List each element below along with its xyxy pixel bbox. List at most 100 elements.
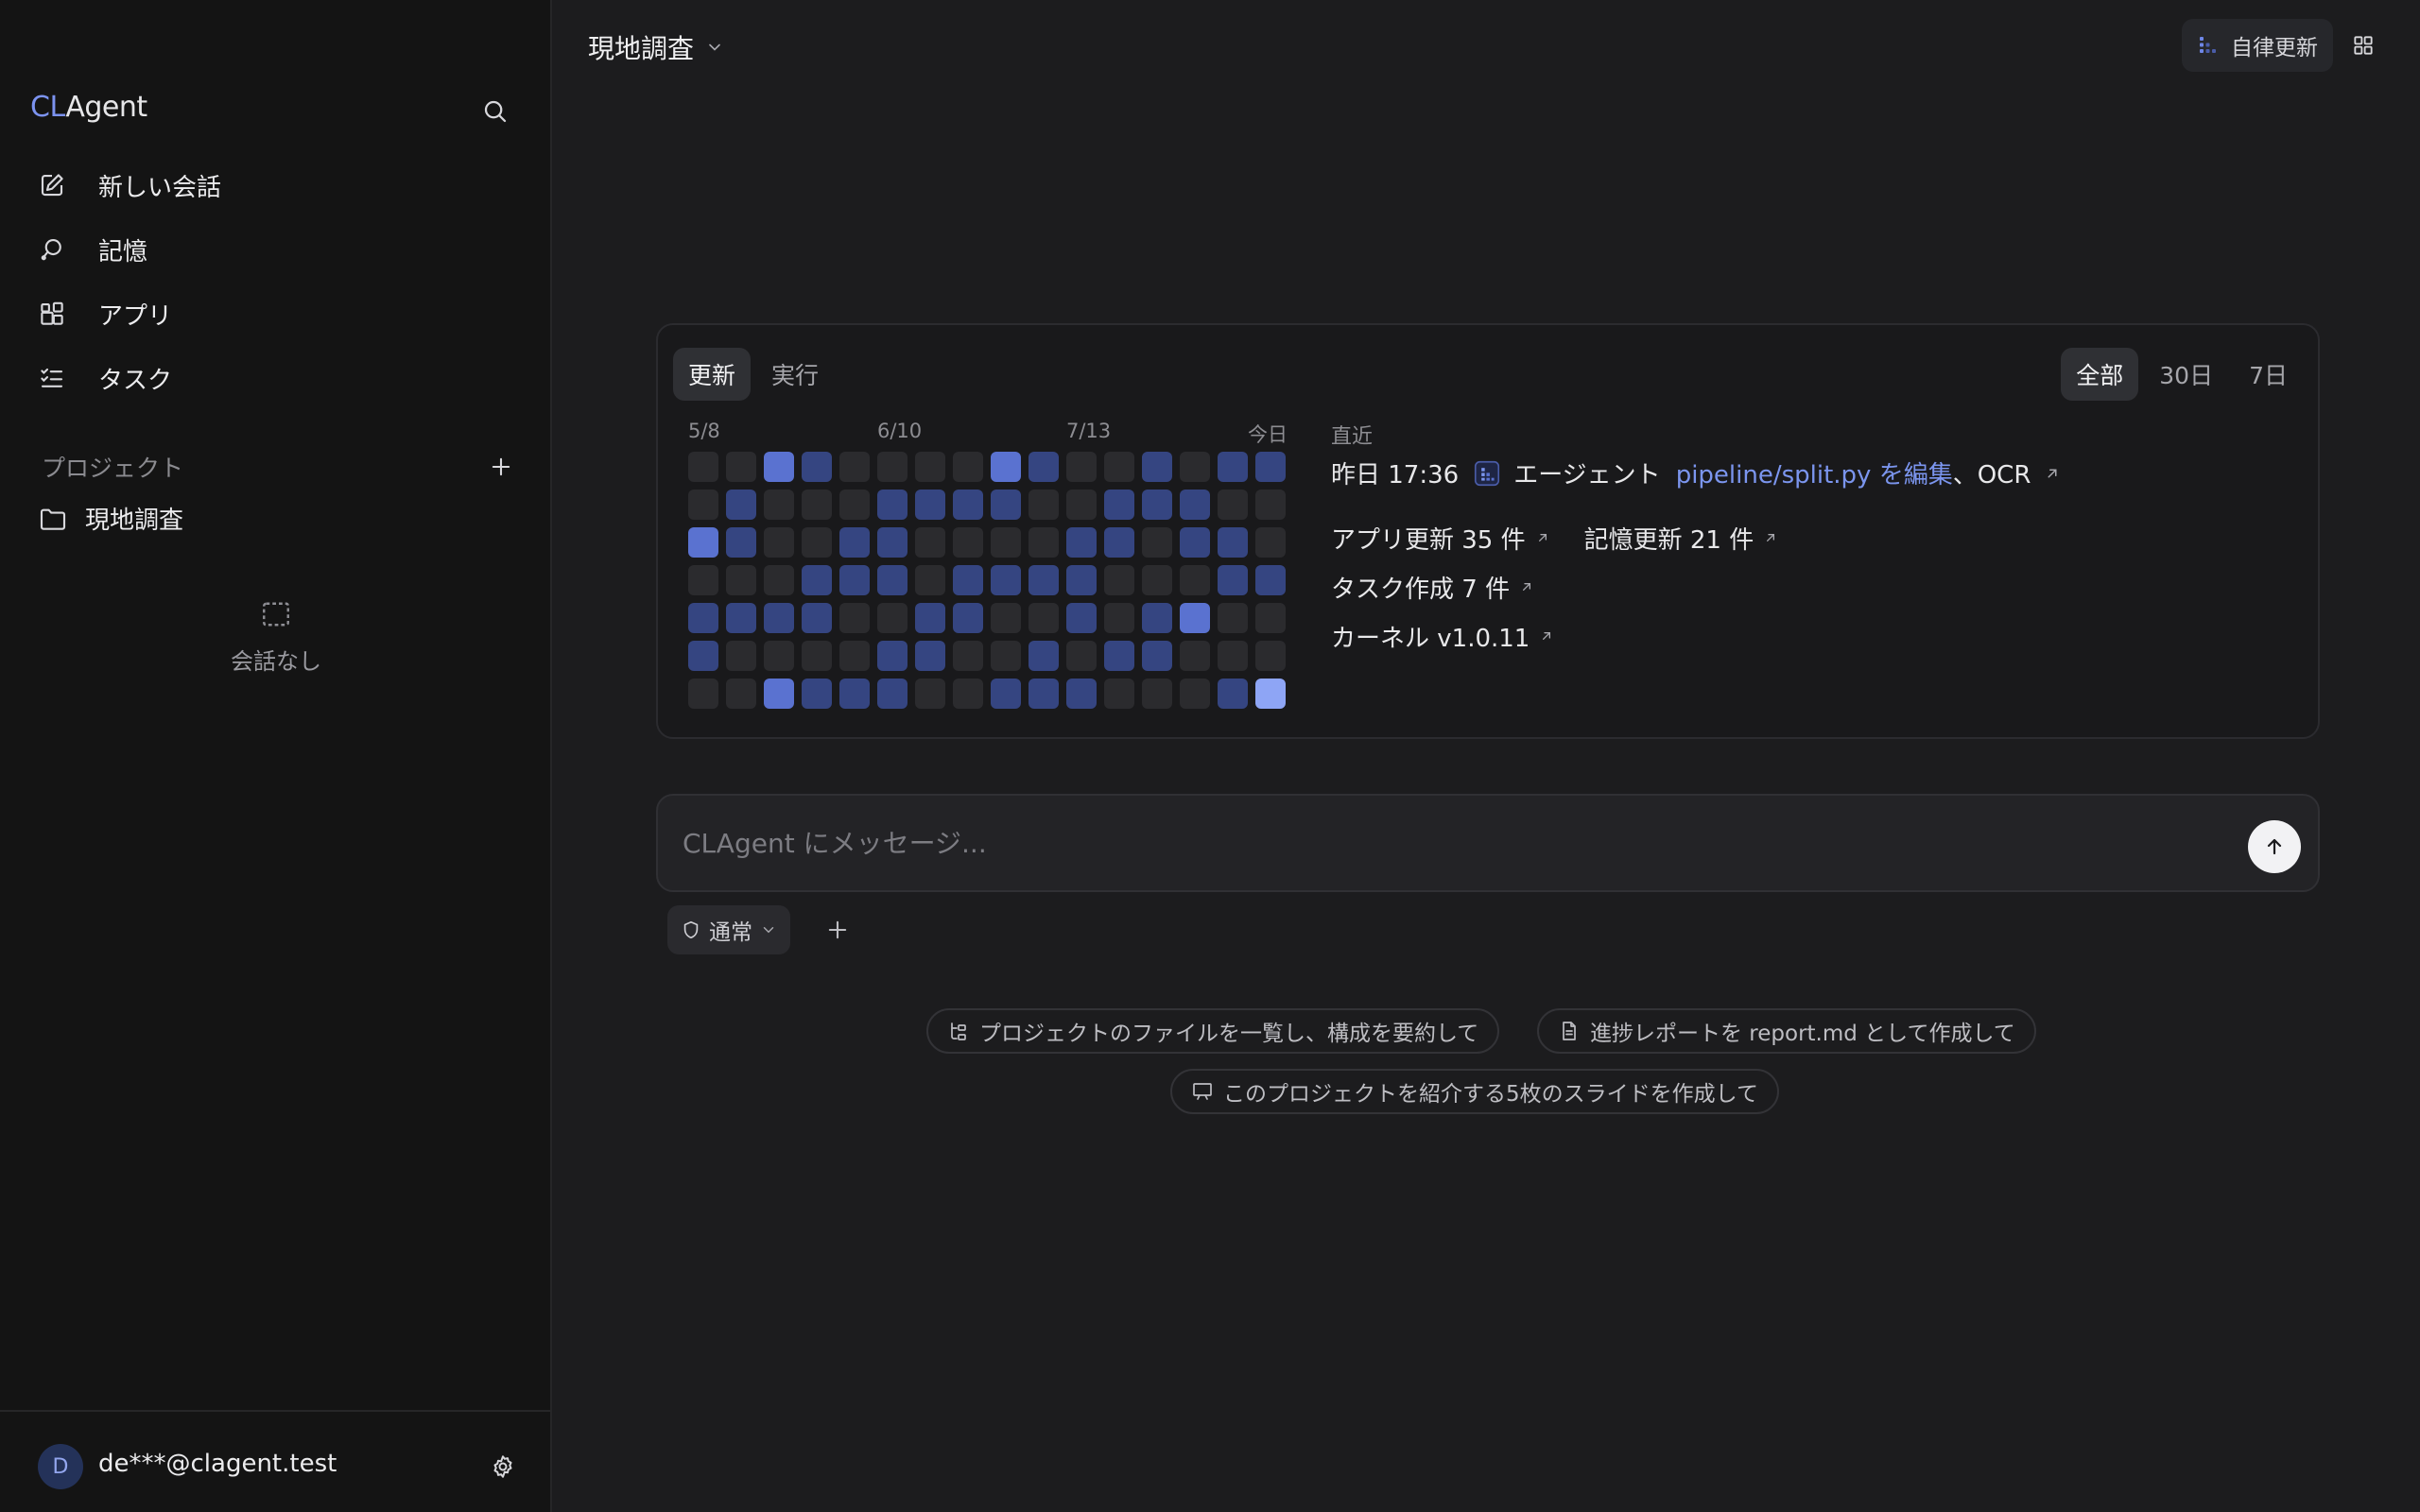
heatmap-cell[interactable] [1142, 565, 1172, 595]
heatmap-cell[interactable] [839, 565, 870, 595]
auto-update-button[interactable]: 自律更新 [2182, 19, 2333, 72]
external-arrow-icon[interactable] [2044, 465, 2061, 482]
heatmap-cell[interactable] [1028, 641, 1059, 671]
heatmap-cell[interactable] [1066, 679, 1097, 709]
heatmap-cell[interactable] [915, 527, 945, 558]
heatmap-cell[interactable] [1180, 490, 1210, 520]
heatmap-cell[interactable] [1028, 565, 1059, 595]
heatmap-cell[interactable] [915, 603, 945, 633]
heatmap-cell[interactable] [802, 603, 832, 633]
stat-app-updates[interactable]: アプリ更新 35 件 [1331, 521, 1550, 556]
avatar[interactable]: D [38, 1444, 83, 1489]
heatmap-cell[interactable] [953, 527, 983, 558]
heatmap-cell[interactable] [953, 603, 983, 633]
heatmap-cell[interactable] [726, 679, 756, 709]
heatmap-cell[interactable] [726, 490, 756, 520]
heatmap-cell[interactable] [1218, 565, 1248, 595]
heatmap-cell[interactable] [1218, 679, 1248, 709]
heatmap-cell[interactable] [1028, 452, 1059, 482]
heatmap-cell[interactable] [688, 565, 718, 595]
heatmap-cell[interactable] [688, 527, 718, 558]
heatmap-cell[interactable] [1142, 603, 1172, 633]
recent-item[interactable]: 昨日 17:36 エージェント pipeline/split.py を編集 、O… [1331, 455, 2295, 490]
app-logo[interactable]: CLAgent [30, 91, 147, 124]
sidebar-item-tasks[interactable]: タスク [38, 346, 510, 410]
heatmap-cell[interactable] [1066, 527, 1097, 558]
heatmap-cell[interactable] [991, 452, 1021, 482]
heatmap-cell[interactable] [688, 641, 718, 671]
heatmap-cell[interactable] [1180, 603, 1210, 633]
heatmap-cell[interactable] [953, 490, 983, 520]
heatmap-cell[interactable] [1255, 603, 1286, 633]
heatmap-cell[interactable] [1218, 641, 1248, 671]
heatmap-cell[interactable] [953, 641, 983, 671]
heatmap-cell[interactable] [1066, 452, 1097, 482]
heatmap-cell[interactable] [1255, 641, 1286, 671]
stat-kernel-version[interactable]: カーネル v1.0.11 [1331, 619, 1554, 654]
heatmap-cell[interactable] [839, 679, 870, 709]
heatmap-cell[interactable] [802, 641, 832, 671]
heatmap-cell[interactable] [1142, 679, 1172, 709]
heatmap-cell[interactable] [1255, 452, 1286, 482]
heatmap-cell[interactable] [1142, 641, 1172, 671]
heatmap-cell[interactable] [991, 603, 1021, 633]
heatmap-cell[interactable] [991, 527, 1021, 558]
heatmap-cell[interactable] [1180, 452, 1210, 482]
heatmap-cell[interactable] [1028, 527, 1059, 558]
heatmap-cell[interactable] [915, 490, 945, 520]
tab-update[interactable]: 更新 [673, 348, 752, 401]
heatmap-cell[interactable] [1066, 565, 1097, 595]
heatmap-cell[interactable] [802, 565, 832, 595]
heatmap-cell[interactable] [953, 679, 983, 709]
heatmap-cell[interactable] [839, 603, 870, 633]
heatmap-cell[interactable] [839, 452, 870, 482]
sidebar-item-apps[interactable]: アプリ [38, 282, 510, 346]
heatmap-cell[interactable] [991, 679, 1021, 709]
search-button[interactable] [476, 93, 514, 130]
heatmap-cell[interactable] [877, 603, 908, 633]
layout-grid-button[interactable] [2344, 26, 2382, 64]
sidebar-item-new-chat[interactable]: 新しい会話 [38, 153, 510, 217]
heatmap-cell[interactable] [1104, 527, 1134, 558]
heatmap-cell[interactable] [1104, 641, 1134, 671]
heatmap-cell[interactable] [877, 641, 908, 671]
heatmap-cell[interactable] [839, 641, 870, 671]
heatmap-cell[interactable] [839, 527, 870, 558]
heatmap-cell[interactable] [688, 603, 718, 633]
heatmap-cell[interactable] [1104, 565, 1134, 595]
heatmap-cell[interactable] [877, 565, 908, 595]
heatmap-cell[interactable] [991, 490, 1021, 520]
heatmap-cell[interactable] [1180, 527, 1210, 558]
settings-button[interactable] [484, 1448, 522, 1486]
suggestion-chip[interactable]: このプロジェクトを紹介する5枚のスライドを作成して [1170, 1069, 1779, 1114]
heatmap-cell[interactable] [1255, 527, 1286, 558]
mode-selector[interactable]: 通常 [667, 905, 790, 954]
stat-memory-updates[interactable]: 記憶更新 21 件 [1584, 521, 1779, 556]
heatmap-cell[interactable] [1218, 603, 1248, 633]
heatmap-cell[interactable] [1104, 679, 1134, 709]
heatmap-cell[interactable] [802, 527, 832, 558]
heatmap-cell[interactable] [953, 565, 983, 595]
suggestion-chip[interactable]: 進捗レポートを report.md として作成して [1537, 1008, 2036, 1054]
heatmap-cell[interactable] [1028, 679, 1059, 709]
heatmap-cell[interactable] [1028, 603, 1059, 633]
attach-button[interactable] [817, 909, 858, 951]
heatmap-cell[interactable] [1104, 603, 1134, 633]
heatmap-cell[interactable] [1142, 490, 1172, 520]
heatmap-cell[interactable] [764, 565, 794, 595]
add-project-button[interactable] [488, 454, 514, 480]
heatmap-cell[interactable] [764, 527, 794, 558]
sidebar-item-memory[interactable]: 記憶 [38, 217, 510, 282]
suggestion-chip[interactable]: プロジェクトのファイルを一覧し、構成を要約して [926, 1008, 1500, 1054]
heatmap-cell[interactable] [688, 679, 718, 709]
heatmap-cell[interactable] [688, 452, 718, 482]
project-switcher[interactable]: 現地調査 [588, 28, 724, 66]
heatmap-cell[interactable] [1255, 679, 1286, 709]
heatmap-cell[interactable] [688, 490, 718, 520]
heatmap-cell[interactable] [915, 679, 945, 709]
heatmap-cell[interactable] [915, 452, 945, 482]
heatmap-cell[interactable] [877, 452, 908, 482]
heatmap-cell[interactable] [726, 603, 756, 633]
heatmap-cell[interactable] [726, 641, 756, 671]
send-button[interactable] [2248, 820, 2301, 873]
